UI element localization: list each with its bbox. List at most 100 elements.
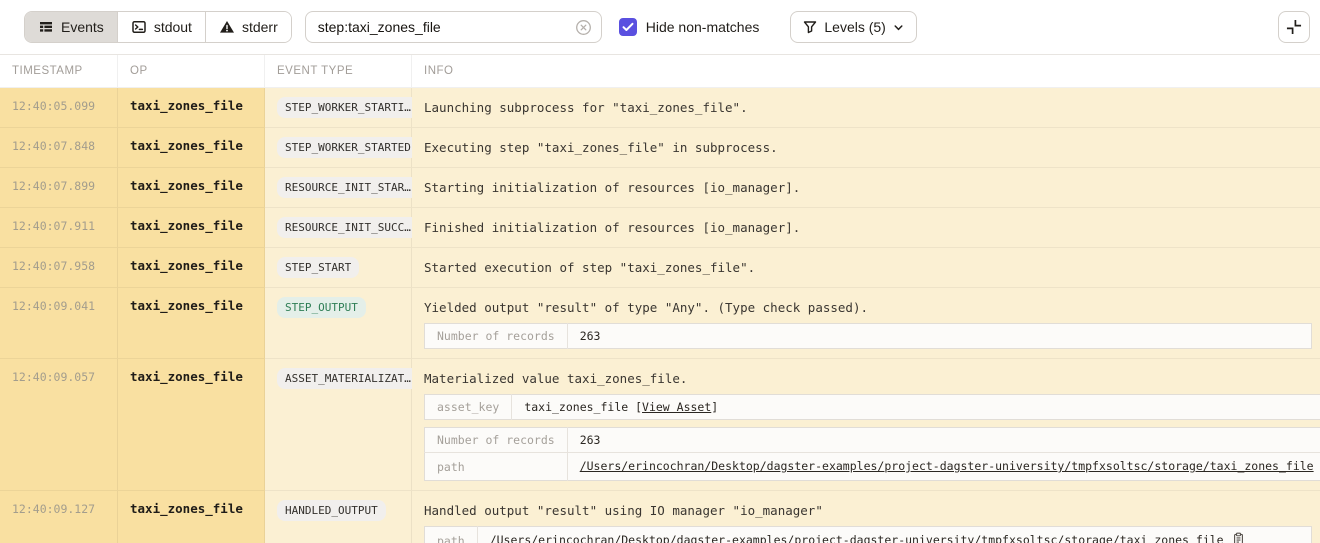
tab-stderr-label: stderr [242, 19, 278, 35]
event-type-badge: STEP_START [277, 257, 359, 278]
table-row[interactable]: 12:40:09.041 taxi_zones_file STEP_OUTPUT… [0, 287, 1320, 358]
event-type-badge: RESOURCE_INIT_STAR… [277, 177, 419, 198]
metadata-table: Number of records263path/Users/erincochr… [424, 427, 1320, 481]
info-cell: Starting initialization of resources [io… [412, 167, 1320, 207]
events-table-header: TIMESTAMP OP EVENT TYPE INFO [0, 55, 1320, 88]
levels-label: Levels (5) [824, 19, 885, 35]
path-link[interactable]: /Users/erincochran/Desktop/dagster-examp… [490, 533, 1224, 543]
event-type-badge: STEP_WORKER_STARTED [277, 137, 419, 158]
event-type-badge: ASSET_MATERIALIZAT… [277, 368, 419, 389]
event-type-cell: STEP_WORKER_STARTI… [265, 88, 412, 127]
op-cell: taxi_zones_file [118, 358, 265, 490]
event-type-cell: HANDLED_OUTPUT [265, 490, 412, 543]
column-header-op: OP [118, 55, 265, 88]
tab-stdout-label: stdout [154, 19, 192, 35]
timestamp-cell[interactable]: 12:40:09.127 [0, 490, 118, 543]
info-cell: Materialized value taxi_zones_file. asse… [412, 358, 1320, 490]
view-asset-link[interactable]: View Asset [642, 400, 711, 414]
collapse-panel-button[interactable] [1278, 11, 1310, 43]
event-type-cell: STEP_OUTPUT [265, 287, 412, 358]
chevron-down-icon [893, 22, 904, 33]
info-cell: Executing step "taxi_zones_file" in subp… [412, 127, 1320, 167]
event-type-badge: RESOURCE_INIT_SUCC… [277, 217, 419, 238]
event-message: Executing step "taxi_zones_file" in subp… [424, 137, 1312, 156]
metadata-label: path [425, 453, 568, 481]
event-type-badge: STEP_WORKER_STARTI… [277, 97, 419, 118]
event-message: Handled output "result" using IO manager… [424, 500, 1312, 519]
tab-events-label: Events [61, 19, 104, 35]
event-message: Yielded output "result" of type "Any". (… [424, 297, 1312, 316]
event-type-cell: STEP_WORKER_STARTED [265, 127, 412, 167]
info-cell: Handled output "result" using IO manager… [412, 490, 1320, 543]
metadata-table: Number of records263 [424, 323, 1312, 349]
column-header-timestamp: TIMESTAMP [0, 55, 118, 88]
metadata-value: /Users/erincochran/Desktop/dagster-examp… [567, 453, 1320, 481]
collapse-icon [1286, 19, 1302, 35]
tab-events[interactable]: Events [25, 12, 117, 42]
table-row[interactable]: 12:40:07.848 taxi_zones_file STEP_WORKER… [0, 127, 1320, 167]
table-icon [38, 19, 54, 35]
table-row[interactable]: 12:40:09.057 taxi_zones_file ASSET_MATER… [0, 358, 1320, 490]
hide-non-matches-toggle[interactable]: Hide non-matches [619, 18, 760, 36]
op-cell: taxi_zones_file [118, 247, 265, 287]
metadata-label: path [425, 527, 478, 543]
table-row[interactable]: 12:40:07.958 taxi_zones_file STEP_START … [0, 247, 1320, 287]
timestamp-cell[interactable]: 12:40:07.911 [0, 207, 118, 247]
warning-icon [219, 19, 235, 35]
metadata-table: asset_keytaxi_zones_file [View Asset] [424, 394, 1320, 420]
tab-stderr[interactable]: stderr [205, 12, 291, 42]
op-cell: taxi_zones_file [118, 287, 265, 358]
op-cell: taxi_zones_file [118, 207, 265, 247]
event-type-cell: STEP_START [265, 247, 412, 287]
metadata-table: path/Users/erincochran/Desktop/dagster-e… [424, 526, 1312, 543]
tab-stdout[interactable]: stdout [117, 12, 205, 42]
column-header-info: INFO [412, 55, 1320, 88]
metadata-label: Number of records [425, 428, 568, 453]
copy-path-icon[interactable] [1232, 532, 1245, 543]
event-type-cell: ASSET_MATERIALIZAT… [265, 358, 412, 490]
info-cell: Finished initialization of resources [io… [412, 207, 1320, 247]
search-input[interactable] [305, 11, 602, 43]
metadata-value: 263 [567, 324, 1311, 349]
op-cell: taxi_zones_file [118, 167, 265, 207]
metadata-label: asset_key [425, 395, 512, 420]
timestamp-cell[interactable]: 12:40:07.848 [0, 127, 118, 167]
event-type-badge: STEP_OUTPUT [277, 297, 366, 318]
log-view-tabs: Events stdout stderr [24, 11, 292, 43]
events-table-body: 12:40:05.099 taxi_zones_file STEP_WORKER… [0, 88, 1320, 543]
event-message: Started execution of step "taxi_zones_fi… [424, 257, 1312, 276]
path-link[interactable]: /Users/erincochran/Desktop/dagster-examp… [580, 459, 1314, 473]
timestamp-cell[interactable]: 12:40:05.099 [0, 88, 118, 127]
checkbox-checked-icon[interactable] [619, 18, 637, 36]
info-cell: Yielded output "result" of type "Any". (… [412, 287, 1320, 358]
hide-non-matches-label: Hide non-matches [646, 19, 760, 35]
table-row[interactable]: 12:40:07.911 taxi_zones_file RESOURCE_IN… [0, 207, 1320, 247]
table-row[interactable]: 12:40:09.127 taxi_zones_file HANDLED_OUT… [0, 490, 1320, 543]
metadata-value: 263 [567, 428, 1320, 453]
op-cell: taxi_zones_file [118, 490, 265, 543]
timestamp-cell[interactable]: 12:40:09.041 [0, 287, 118, 358]
clear-search-icon[interactable] [575, 18, 593, 36]
metadata-value: /Users/erincochran/Desktop/dagster-examp… [477, 527, 1311, 543]
event-message: Finished initialization of resources [io… [424, 217, 1312, 236]
timestamp-cell[interactable]: 12:40:07.899 [0, 167, 118, 207]
op-cell: taxi_zones_file [118, 127, 265, 167]
timestamp-cell[interactable]: 12:40:07.958 [0, 247, 118, 287]
log-toolbar: Events stdout stderr Hide non-matches [0, 0, 1320, 55]
funnel-icon [803, 20, 817, 34]
levels-filter-button[interactable]: Levels (5) [790, 11, 916, 43]
table-row[interactable]: 12:40:07.899 taxi_zones_file RESOURCE_IN… [0, 167, 1320, 207]
info-cell: Started execution of step "taxi_zones_fi… [412, 247, 1320, 287]
event-type-cell: RESOURCE_INIT_STAR… [265, 167, 412, 207]
event-type-badge: HANDLED_OUTPUT [277, 500, 386, 521]
table-row[interactable]: 12:40:05.099 taxi_zones_file STEP_WORKER… [0, 88, 1320, 127]
event-message: Materialized value taxi_zones_file. [424, 368, 1320, 387]
event-message: Starting initialization of resources [io… [424, 177, 1312, 196]
info-cell: Launching subprocess for "taxi_zones_fil… [412, 88, 1320, 127]
timestamp-cell[interactable]: 12:40:09.057 [0, 358, 118, 490]
column-header-event-type: EVENT TYPE [265, 55, 412, 88]
event-type-cell: RESOURCE_INIT_SUCC… [265, 207, 412, 247]
op-cell: taxi_zones_file [118, 88, 265, 127]
event-message: Launching subprocess for "taxi_zones_fil… [424, 97, 1312, 116]
log-filter [305, 11, 602, 43]
